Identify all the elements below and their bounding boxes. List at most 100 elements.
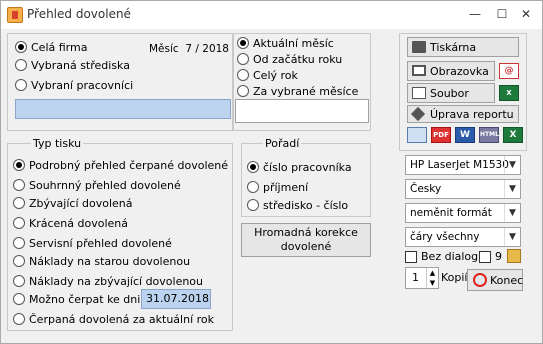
print-type-reduced[interactable]: Krácená dovolená [13, 215, 128, 231]
radio-dot-icon [237, 53, 249, 65]
radio-dot-icon [13, 159, 25, 171]
grid-icon[interactable] [407, 127, 427, 143]
email-icon[interactable]: @ [499, 63, 519, 79]
chevron-down-icon: ▼ [504, 228, 520, 246]
period-option-current-month[interactable]: Aktuální měsíc [237, 35, 334, 51]
no-dialog-checkbox[interactable] [405, 251, 417, 263]
close-button[interactable]: ✕ [513, 5, 539, 23]
print-type-service[interactable]: Servisní přehled dovolené [13, 235, 172, 251]
end-button-label: Konec [490, 273, 524, 287]
order-by-surname[interactable]: příjmení [247, 179, 308, 195]
excel-icon[interactable]: X [499, 85, 519, 101]
order-option-label: středisko - číslo [263, 198, 349, 212]
word-icon[interactable]: W [455, 127, 475, 143]
period-option-year-to-date[interactable]: Od začátku roku [237, 51, 342, 67]
minimize-button[interactable]: — [462, 5, 488, 23]
print-type-label: Podrobný přehled čerpané dovolené [29, 158, 229, 172]
chevron-down-icon: ▼ [504, 180, 520, 198]
date-field[interactable]: 31.07.2018 [141, 289, 211, 309]
print-type-title: Typ tisku [31, 137, 84, 150]
maximize-button[interactable]: ☐ [489, 5, 515, 23]
chevron-down-icon: ▼ [504, 156, 520, 174]
radio-dot-icon [13, 293, 25, 305]
scope-option-label: Vybraná střediska [31, 58, 130, 72]
lines-select[interactable]: čáry všechny ▼ [405, 227, 521, 247]
period-option-whole-year[interactable]: Celý rok [237, 67, 298, 83]
printer-button[interactable]: Tiskárna [407, 37, 519, 57]
chevron-down-icon: ▼ [504, 204, 520, 222]
scope-option-label: Celá firma [31, 40, 88, 54]
radio-dot-icon [237, 69, 249, 81]
radio-dot-icon [15, 59, 27, 71]
pdf-icon[interactable]: PDF [431, 127, 451, 143]
printer-button-label: Tiskárna [430, 40, 477, 54]
copies-label: Kopií [441, 271, 468, 284]
settings-icon[interactable] [507, 249, 521, 263]
radio-dot-icon [15, 41, 27, 53]
language-select[interactable]: Česky ▼ [405, 179, 521, 199]
print-type-label: Čerpaná dovolená za aktuální rok [29, 312, 214, 326]
print-type-label: Náklady na starou dovolenou [29, 254, 191, 268]
app-icon [7, 7, 23, 23]
screen-button[interactable]: Obrazovka [407, 61, 495, 81]
order-option-label: příjmení [263, 180, 309, 194]
bulk-correction-button[interactable]: Hromadná korekce dovolené [241, 223, 371, 257]
edit-report-button[interactable]: Úprava reportu [407, 105, 519, 123]
radio-dot-icon [13, 275, 25, 287]
scope-option-workers[interactable]: Vybraní pracovníci [15, 77, 133, 93]
print-type-label: Servisní přehled dovolené [29, 236, 172, 250]
print-type-summary[interactable]: Souhrnný přehled dovolené [13, 177, 181, 193]
file-icon [412, 87, 426, 99]
print-type-label: Krácená dovolená [29, 216, 128, 230]
radio-dot-icon [247, 161, 259, 173]
copies-value: 1 [412, 271, 419, 284]
monitor-icon [412, 65, 426, 76]
scope-option-label: Vybraní pracovníci [31, 78, 134, 92]
scope-option-whole-company[interactable]: Celá firma [15, 39, 87, 55]
radio-dot-icon [13, 255, 25, 267]
lines-select-value: čáry všechny [410, 231, 480, 243]
order-option-label: číslo pracovníka [263, 160, 352, 174]
report-window: Přehled dovolené — ☐ ✕ Celá firma Vybran… [0, 0, 543, 344]
file-button[interactable]: Soubor [407, 83, 495, 103]
pencil-icon [410, 106, 426, 122]
power-icon [473, 273, 487, 287]
period-option-label: Aktuální měsíc [253, 36, 334, 50]
copy-count-value: 9 [495, 250, 502, 263]
radio-dot-icon [15, 79, 27, 91]
print-type-detailed[interactable]: Podrobný přehled čerpané dovolené [13, 157, 228, 173]
edit-report-label: Úprava reportu [430, 107, 514, 121]
month-value: 7 / 2018 [185, 43, 229, 55]
months-field[interactable] [235, 99, 369, 123]
screen-button-label: Obrazovka [430, 64, 489, 78]
print-type-used-current-year[interactable]: Čerpaná dovolená za aktuální rok [13, 311, 214, 327]
html-icon[interactable]: HTML [479, 127, 499, 143]
radio-dot-icon [13, 313, 25, 325]
print-type-available-by-date[interactable]: Možno čerpat ke dni [13, 291, 140, 307]
format-select[interactable]: neměnit formát ▼ [405, 203, 521, 223]
period-option-selected-months[interactable]: Za vybrané měsíce [237, 83, 358, 99]
copies-spinner[interactable]: 1 ▲ ▼ [405, 267, 439, 289]
file-button-label: Soubor [430, 86, 469, 100]
excel-export-icon[interactable]: X [503, 127, 523, 143]
order-title: Pořadí [263, 137, 302, 150]
window-title: Přehled dovolené [27, 7, 131, 21]
print-type-remaining-costs[interactable]: Náklady na zbývající dovolenou [13, 273, 203, 289]
period-option-label: Celý rok [253, 68, 298, 82]
order-by-number[interactable]: číslo pracovníka [247, 159, 352, 175]
scope-option-centers[interactable]: Vybraná střediska [15, 57, 130, 73]
end-button[interactable]: Konec [467, 269, 523, 291]
print-type-label: Zbývající dovolená [29, 196, 133, 210]
printer-icon [412, 41, 426, 53]
printer-select-value: HP LaserJet M1530 [410, 159, 509, 171]
scope-selection-field[interactable] [15, 99, 231, 119]
radio-dot-icon [237, 85, 249, 97]
print-type-remaining[interactable]: Zbývající dovolená [13, 195, 132, 211]
print-type-old-costs[interactable]: Náklady na starou dovolenou [13, 253, 190, 269]
printer-select[interactable]: HP LaserJet M1530 ▼ [405, 155, 521, 175]
order-by-center[interactable]: středisko - číslo [247, 197, 348, 213]
radio-dot-icon [13, 237, 25, 249]
radio-dot-icon [237, 37, 249, 49]
copy-count-checkbox[interactable] [479, 251, 491, 263]
print-type-label: Možno čerpat ke dni [29, 292, 141, 306]
